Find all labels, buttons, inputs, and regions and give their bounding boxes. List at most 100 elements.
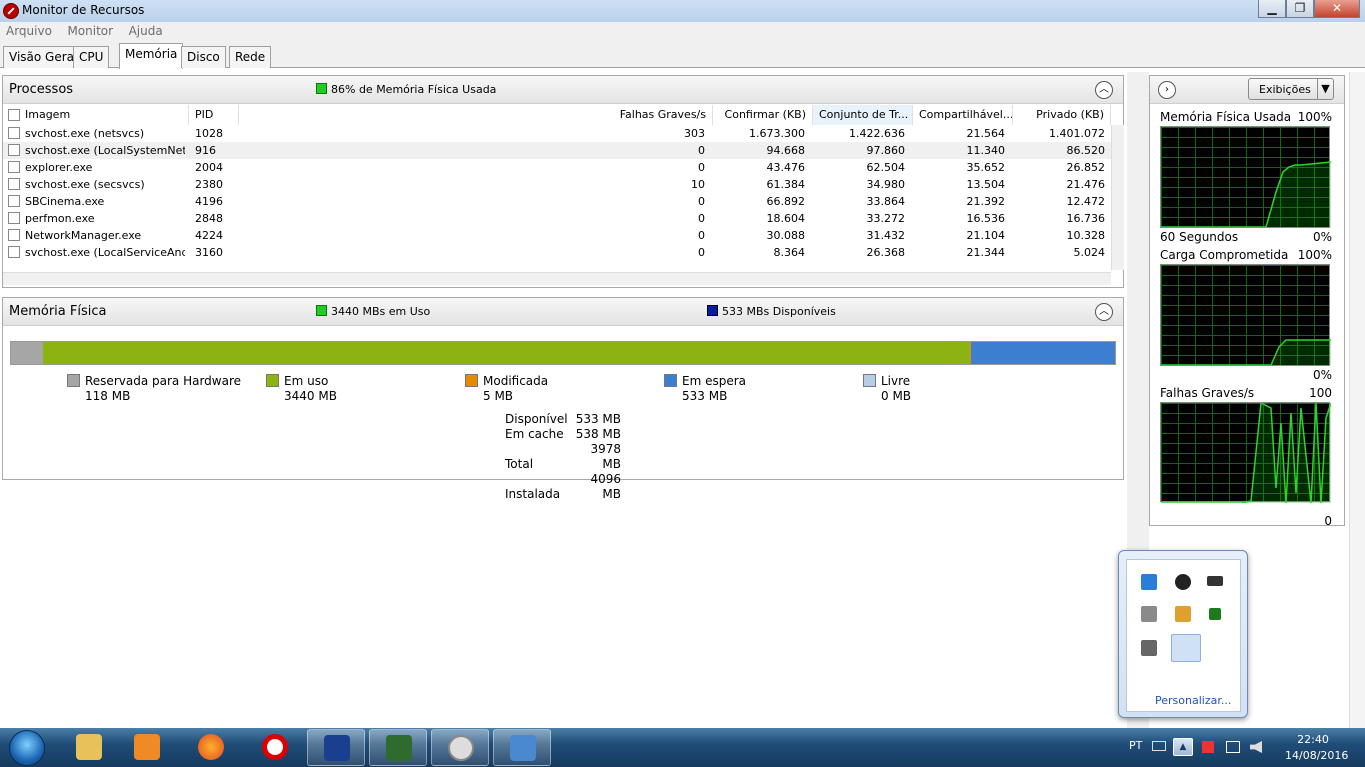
cell-falhas-graves: 0 bbox=[698, 246, 705, 259]
action-center-icon[interactable] bbox=[1202, 741, 1214, 753]
tab-rede[interactable]: Rede bbox=[229, 46, 272, 68]
monitor-icon bbox=[386, 735, 412, 761]
legend-label: Em espera bbox=[682, 374, 747, 388]
process-scrollbar[interactable] bbox=[1111, 125, 1124, 270]
keyboard-icon[interactable] bbox=[1152, 741, 1166, 751]
taskbar-system[interactable] bbox=[493, 729, 551, 766]
show-hidden-icons-button[interactable]: ▲ bbox=[1173, 738, 1193, 756]
cell-pid: 4224 bbox=[195, 229, 223, 242]
row-checkbox[interactable] bbox=[8, 246, 20, 258]
tray-pen-icon[interactable] bbox=[1171, 634, 1201, 662]
column-compartilhavel[interactable]: Compartilhável... bbox=[913, 105, 1013, 125]
in-use-summary: 3440 MBs em Uso bbox=[316, 305, 430, 318]
graph-max: 100 bbox=[1309, 386, 1332, 400]
table-row[interactable]: NetworkManager.exe 4224 0 30.088 31.432 21.10… bbox=[3, 227, 1111, 244]
maximize-button[interactable]: ❐ bbox=[1286, 0, 1314, 18]
tab-bar: Visão Geral CPU Memória Disco Rede bbox=[0, 42, 1365, 69]
column-privado[interactable]: Privado (KB) bbox=[1013, 105, 1111, 125]
cell-pid: 1028 bbox=[195, 127, 223, 140]
row-checkbox[interactable] bbox=[8, 195, 20, 207]
start-button[interactable] bbox=[2, 728, 52, 767]
cell-compartilhavel: 13.504 bbox=[966, 178, 1006, 191]
taskbar-explorer[interactable] bbox=[60, 729, 118, 766]
cell-falhas-graves: 0 bbox=[698, 161, 705, 174]
row-checkbox[interactable] bbox=[8, 127, 20, 139]
stat-label: Total bbox=[505, 457, 534, 471]
legend-item: Em uso 3440 MB bbox=[266, 374, 337, 403]
column-conjunto-de-trabalho[interactable]: Conjunto de Tr... bbox=[813, 105, 913, 125]
row-checkbox[interactable] bbox=[8, 144, 20, 156]
tray-perf-icon[interactable] bbox=[1209, 608, 1221, 620]
column-confirmar[interactable]: Confirmar (KB) bbox=[713, 105, 813, 125]
graph-max: 100% bbox=[1297, 248, 1332, 262]
tray-app-icon[interactable] bbox=[1141, 574, 1157, 590]
taskbar-firefox[interactable] bbox=[182, 729, 240, 766]
physical-memory-header[interactable]: Memória Física 3440 MBs em Uso 533 MBs D… bbox=[3, 298, 1123, 326]
menu-ajuda[interactable]: Ajuda bbox=[123, 22, 169, 40]
close-button[interactable]: ✕ bbox=[1314, 0, 1360, 18]
cell-privado: 1.401.072 bbox=[1049, 127, 1105, 140]
cell-falhas-graves: 0 bbox=[698, 229, 705, 242]
stat-row: Total 3978 MB bbox=[505, 442, 621, 472]
collapse-memory-button[interactable]: ︿ bbox=[1095, 303, 1113, 321]
tab-disco[interactable]: Disco bbox=[181, 46, 226, 68]
tray-speaker-icon[interactable] bbox=[1175, 574, 1191, 590]
cell-falhas-graves: 10 bbox=[691, 178, 705, 191]
legend-item: Reservada para Hardware 118 MB bbox=[67, 374, 241, 403]
taskbar-gauge[interactable] bbox=[431, 729, 489, 766]
cell-conjunto: 26.368 bbox=[866, 246, 906, 259]
volume-icon[interactable] bbox=[1250, 741, 1262, 753]
tab-visao-geral[interactable]: Visão Geral bbox=[3, 46, 84, 68]
legend-label: Em uso bbox=[284, 374, 329, 388]
window-title: Monitor de Recursos bbox=[22, 3, 145, 17]
row-checkbox[interactable] bbox=[8, 229, 20, 241]
menu-monitor[interactable]: Monitor bbox=[61, 22, 119, 40]
column-pid[interactable]: PID bbox=[189, 105, 239, 125]
views-button[interactable]: Exibições ▼ bbox=[1248, 78, 1334, 100]
graph-title: Carga Comprometida bbox=[1160, 248, 1289, 262]
stat-label: Instalada bbox=[505, 487, 561, 501]
tray-memory-icon[interactable] bbox=[1207, 576, 1223, 586]
table-row[interactable]: svchost.exe (LocalServiceAnd... 3160 0 8.36… bbox=[3, 244, 1111, 261]
tray-usb-icon[interactable] bbox=[1141, 640, 1157, 656]
taskbar-zonealarm[interactable] bbox=[307, 729, 365, 766]
taskbar-resource-monitor[interactable] bbox=[369, 729, 427, 766]
column-falhas-graves[interactable]: Falhas Graves/s bbox=[239, 105, 713, 125]
network-icon[interactable] bbox=[1226, 741, 1240, 753]
cell-confirmar: 61.384 bbox=[766, 178, 806, 191]
table-row[interactable]: svchost.exe (secsvcs) 2380 10 61.384 34.980 1… bbox=[3, 176, 1111, 193]
cell-imagem: NetworkManager.exe bbox=[25, 229, 142, 242]
processes-header[interactable]: Processos 86% de Memória Física Usada ︿ bbox=[3, 76, 1123, 104]
row-checkbox[interactable] bbox=[8, 212, 20, 224]
clock-date[interactable]: 14/08/2016 bbox=[1285, 749, 1348, 767]
window-scrollbar[interactable] bbox=[1349, 72, 1365, 728]
cell-imagem: svchost.exe (LocalServiceAnd... bbox=[25, 246, 185, 259]
process-horizontal-scrollbar[interactable] bbox=[3, 272, 1111, 285]
tray-update-icon[interactable] bbox=[1175, 606, 1191, 622]
memory-used-summary: 86% de Memória Física Usada bbox=[316, 83, 496, 96]
cell-confirmar: 43.476 bbox=[766, 161, 806, 174]
tab-memoria[interactable]: Memória bbox=[119, 43, 184, 69]
legend-item: Modificada 5 MB bbox=[465, 374, 548, 403]
table-row[interactable]: explorer.exe 2004 0 43.476 62.504 35.652 26.85… bbox=[3, 159, 1111, 176]
legend-swatch bbox=[67, 374, 80, 387]
folder-icon bbox=[76, 734, 102, 760]
tab-cpu[interactable]: CPU bbox=[73, 46, 110, 68]
minimize-button[interactable]: ▁ bbox=[1258, 0, 1286, 18]
taskbar-media-player[interactable] bbox=[118, 729, 176, 766]
personalizar-link[interactable]: Personalizar... bbox=[1155, 694, 1231, 707]
column-imagem[interactable]: Imagem bbox=[19, 105, 189, 125]
menu-arquivo[interactable]: Arquivo bbox=[0, 22, 58, 40]
row-checkbox[interactable] bbox=[8, 178, 20, 190]
language-indicator[interactable]: PT bbox=[1129, 739, 1142, 767]
tray-k-icon[interactable] bbox=[1141, 606, 1157, 622]
expand-graphs-button[interactable]: › bbox=[1158, 81, 1176, 99]
collapse-processes-button[interactable]: ︿ bbox=[1095, 81, 1113, 99]
table-row[interactable]: SBCinema.exe 4196 0 66.892 33.864 21.392 12.47… bbox=[3, 193, 1111, 210]
table-row[interactable]: svchost.exe (netsvcs) 1028 303 1.673.300 1.4… bbox=[3, 125, 1111, 142]
table-row[interactable]: svchost.exe (LocalSystemNet... 916 0 94.668… bbox=[3, 142, 1111, 159]
row-checkbox[interactable] bbox=[8, 161, 20, 173]
table-row[interactable]: perfmon.exe 2848 0 18.604 33.272 16.536 16.736 bbox=[3, 210, 1111, 227]
stat-value: 538 MB bbox=[575, 427, 621, 441]
taskbar-opera[interactable] bbox=[246, 729, 304, 766]
